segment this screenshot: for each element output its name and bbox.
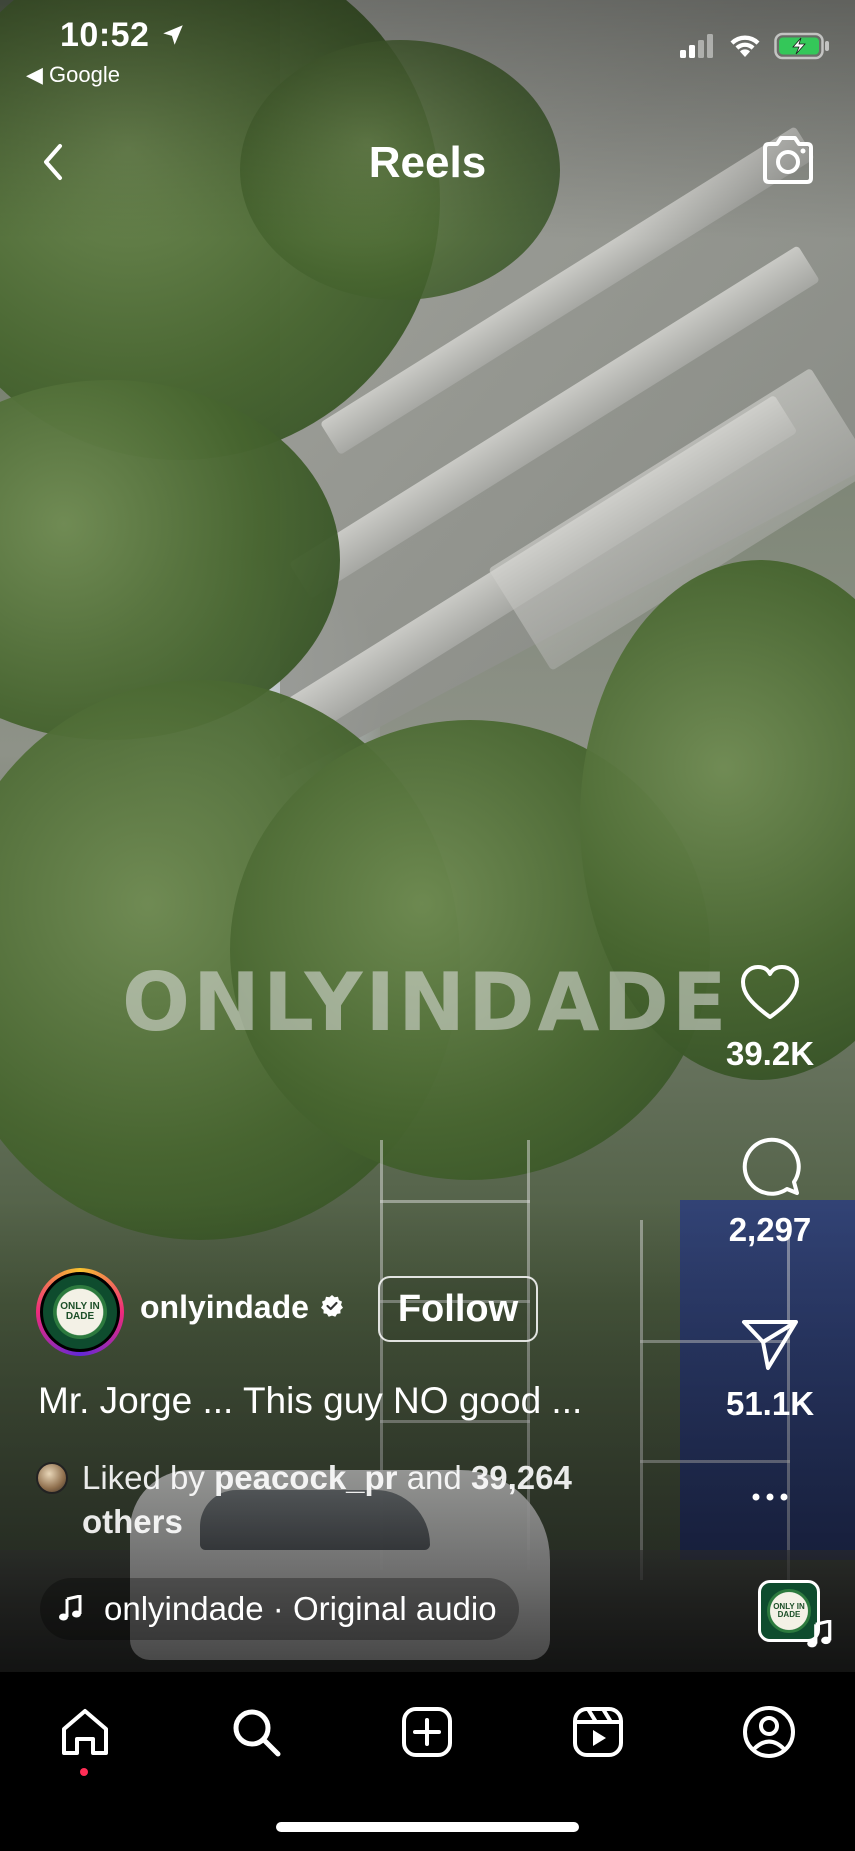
more-dots-icon[interactable] [750, 1491, 790, 1503]
verified-badge-icon [321, 1295, 343, 1317]
status-time: 10:52 [60, 16, 150, 54]
page-title: Reels [368, 138, 487, 187]
liked-suffix: others [82, 1503, 183, 1540]
home-indicator [276, 1822, 579, 1832]
create-plus-icon[interactable] [400, 1705, 454, 1759]
tab-search[interactable] [226, 1702, 286, 1762]
video-watermark: ONLYINDADE [122, 956, 730, 1049]
wifi-icon [730, 35, 760, 57]
post-caption[interactable]: Mr. Jorge ... This guy NO good ... [38, 1380, 582, 1422]
status-indicators [680, 32, 830, 60]
heart-icon[interactable] [739, 964, 801, 1022]
liked-by-avatar [36, 1462, 68, 1494]
music-note-icon [59, 1595, 82, 1621]
home-notification-dot [80, 1768, 88, 1776]
cellular-signal-icon [680, 34, 713, 58]
camera-icon[interactable] [759, 134, 817, 186]
creator-username[interactable]: onlyindade [140, 1289, 309, 1326]
tab-create[interactable] [397, 1702, 457, 1762]
search-icon[interactable] [229, 1705, 283, 1759]
liked-user[interactable]: peacock_pr [214, 1459, 397, 1496]
music-note-overlay-icon [807, 1620, 832, 1648]
profile-icon[interactable] [741, 1704, 797, 1760]
follow-button[interactable]: Follow [378, 1276, 538, 1342]
liked-by-text[interactable]: Liked by peacock_pr and 39,264 others [82, 1456, 662, 1544]
comment-action[interactable]: 2,297 [695, 1136, 845, 1249]
tab-profile[interactable] [739, 1702, 799, 1762]
avatar-inner: ONLY IN DADE [40, 1272, 120, 1352]
liked-count: 39,264 [470, 1459, 572, 1496]
home-icon[interactable] [58, 1705, 112, 1759]
reels-icon[interactable] [571, 1705, 625, 1759]
send-paper-plane-icon[interactable] [740, 1316, 800, 1372]
tab-home[interactable] [55, 1702, 115, 1762]
share-count: 51.1K [725, 1385, 815, 1422]
like-action[interactable]: 39.2K [695, 964, 845, 1073]
audio-pill[interactable]: onlyindade · Original audio [40, 1578, 519, 1640]
location-arrow-icon [163, 25, 183, 45]
creator-avatar[interactable]: ONLY IN DADE [36, 1268, 124, 1356]
more-options-button[interactable] [695, 1490, 845, 1508]
bottom-tab-bar [0, 1672, 855, 1851]
liked-prefix: Liked by [82, 1459, 215, 1496]
audio-label: onlyindade · Original audio [104, 1590, 497, 1627]
like-count: 39.2K [725, 1035, 815, 1072]
comment-bubble-icon[interactable] [739, 1136, 801, 1198]
battery-charging-icon [774, 32, 829, 60]
avatar-logo-text: ONLY IN DADE [53, 1285, 107, 1339]
share-action[interactable]: 51.1K [695, 1316, 845, 1423]
back-to-google-link[interactable]: ◀ Google [26, 62, 120, 88]
liked-mid: and [397, 1459, 471, 1496]
comment-count: 2,297 [728, 1211, 812, 1248]
tab-reels[interactable] [568, 1702, 628, 1762]
